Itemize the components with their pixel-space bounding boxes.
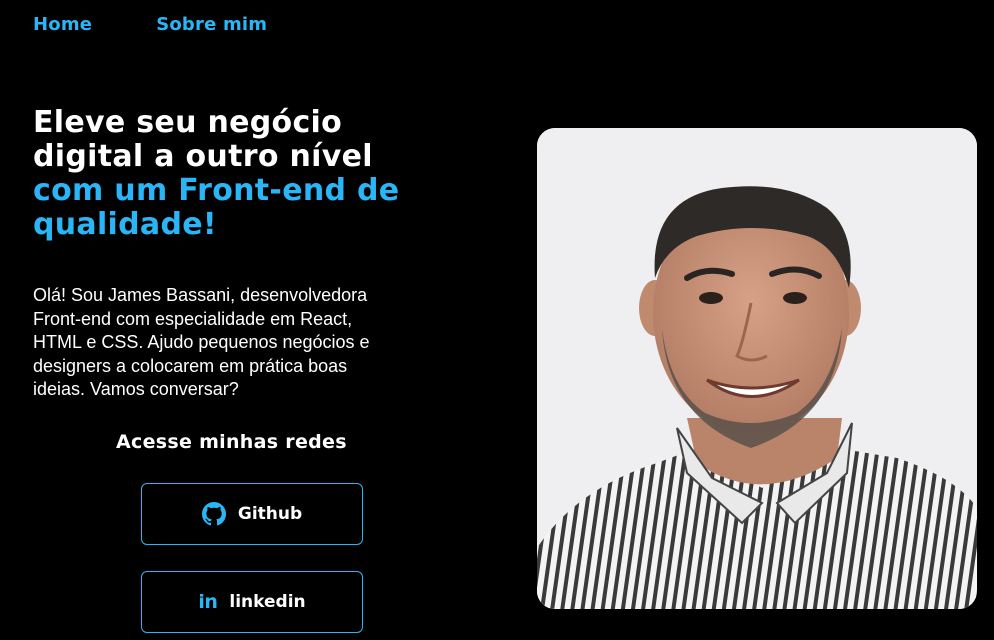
intro-line: HTML e CSS. Ajudo pequenos negócios e <box>33 332 370 352</box>
intro-line: ideias. Vamos conversar? <box>33 379 239 399</box>
linkedin-label: linkedin <box>229 592 306 612</box>
headline-line-3: com um Front-end de <box>33 173 400 208</box>
headline-line-2: digital a outro nível <box>33 139 373 174</box>
headline-line-1: Eleve seu negócio <box>33 105 343 140</box>
intro-line: designers a colocarem em prática boas <box>33 355 348 376</box>
hero-headline: Eleve seu negócio digital a outro nível … <box>33 106 503 242</box>
github-button[interactable]: Github <box>141 483 363 545</box>
linkedin-icon: in <box>198 591 218 613</box>
nav-home-link[interactable]: Home <box>33 14 92 35</box>
profile-photo <box>537 128 977 609</box>
github-label: Github <box>237 504 303 524</box>
intro-line: Front-end com especialidade em React, <box>33 308 353 329</box>
portfolio-page: Home Sobre mim Eleve seu negócio digital… <box>0 0 994 640</box>
nav-about-link[interactable]: Sobre mim <box>156 14 267 35</box>
hero-intro: Olá! Sou James Bassani, desenvolvedora F… <box>33 284 453 402</box>
social-title: Acesse minhas redes <box>116 431 347 453</box>
linkedin-button[interactable]: in linkedin <box>141 571 363 633</box>
linkedin-icon-glyph: in <box>198 591 218 613</box>
top-nav: Home Sobre mim <box>33 14 267 35</box>
headline-line-4: qualidade! <box>33 207 217 242</box>
intro-line: Olá! Sou James Bassani, desenvolvedora <box>33 285 368 305</box>
github-icon <box>201 502 226 526</box>
profile-photo-illustration <box>537 128 977 609</box>
